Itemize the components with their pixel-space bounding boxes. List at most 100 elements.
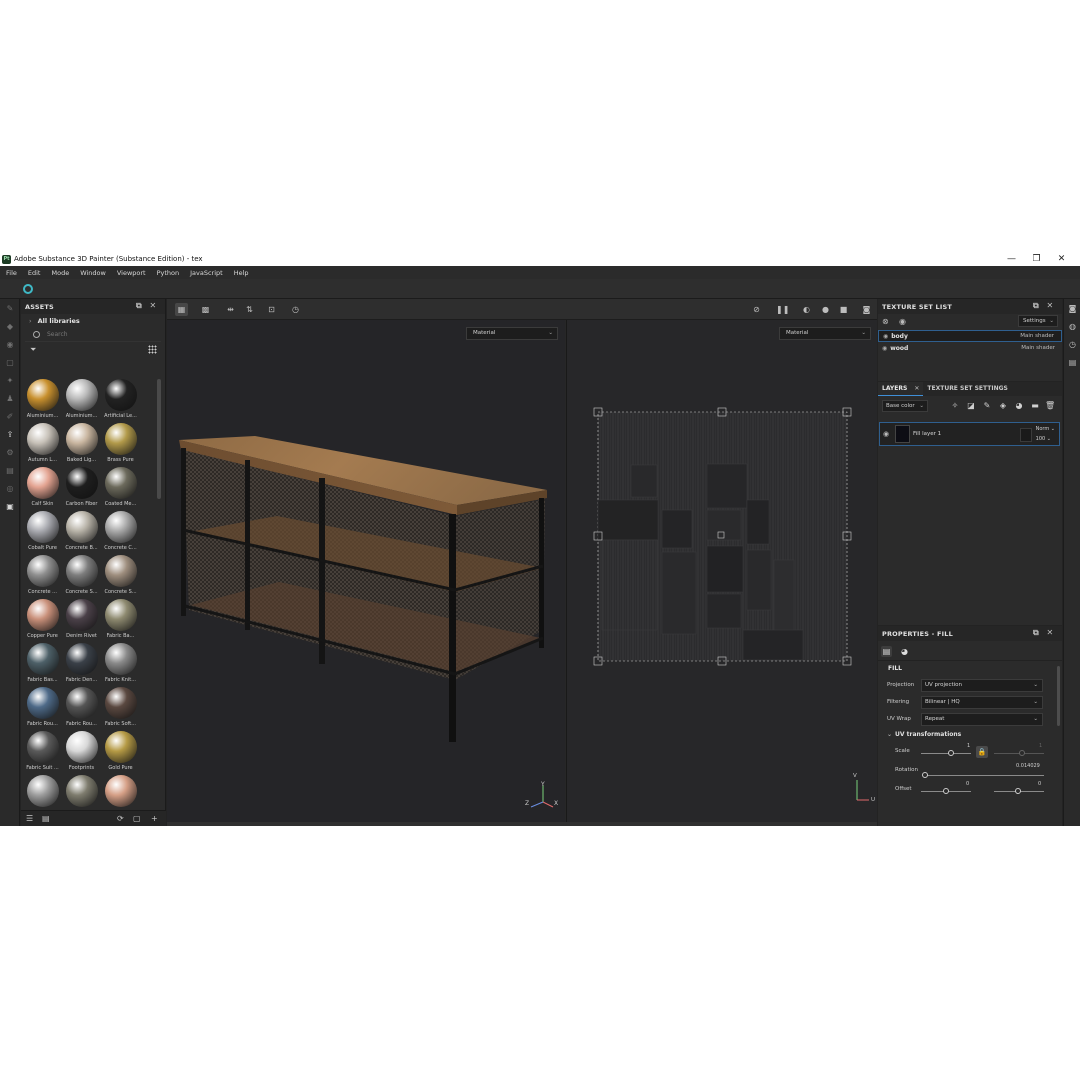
assets-tool-icon[interactable]: ⇪ [5, 430, 15, 440]
camera-icon[interactable]: ■ [837, 303, 850, 316]
close-icon[interactable]: ✕ [146, 301, 160, 311]
eraser-icon[interactable]: ◆ [5, 322, 15, 332]
offset-x-slider-handle[interactable] [943, 788, 949, 794]
smudge-icon[interactable]: ✦ [5, 376, 15, 386]
menu-window[interactable]: Window [80, 269, 106, 277]
search-input[interactable]: Search [25, 328, 161, 342]
texture-set-row-body[interactable]: ◉ body Main shader [878, 330, 1062, 342]
close-window-button[interactable]: ✕ [1049, 254, 1074, 264]
asset-item[interactable]: Brass Pure [101, 423, 140, 467]
maximize-button[interactable]: ❐ [1024, 254, 1049, 264]
filtering-dropdown[interactable]: Bilinear | HQ ⌄ [921, 696, 1043, 709]
layer-row-fill-layer-1[interactable]: ◉ Fill layer 1 Norm ⌄ 100 ⌄ [879, 422, 1060, 446]
uv-transformations-toggle[interactable]: ⌄ UV transformations [878, 728, 1062, 742]
asset-item[interactable]: Concrete C... [101, 511, 140, 555]
scale-slider-track[interactable] [921, 753, 971, 754]
add-folder-icon[interactable]: ▬ [1030, 401, 1040, 411]
asset-item[interactable]: Aluminium... [23, 379, 62, 423]
link-icon[interactable]: ⊗ [882, 317, 889, 326]
shader-name[interactable]: Main shader [1021, 345, 1055, 351]
scale-slider-handle[interactable] [948, 750, 954, 756]
clone-icon[interactable]: ♟ [5, 394, 15, 404]
asset-item[interactable]: Fabric Suit ... [23, 731, 62, 775]
asset-item[interactable]: Carbon Fiber [62, 467, 101, 511]
fill-properties-icon[interactable]: ▤ [881, 646, 892, 657]
visibility-icon[interactable]: ◉ [899, 317, 906, 326]
geometry-mask-icon[interactable]: ▢ [5, 358, 15, 368]
asset-item[interactable]: Concrete S... [101, 555, 140, 599]
asset-item[interactable]: Concrete B... [62, 511, 101, 555]
lock-icon[interactable]: 🔒 [976, 746, 988, 758]
menu-python[interactable]: Python [157, 269, 180, 277]
asset-item[interactable]: Denim Rivet [62, 599, 101, 643]
eye-icon[interactable]: ◉ [883, 430, 889, 438]
display-settings-icon[interactable]: ◐ [800, 303, 813, 316]
material-view-icon[interactable]: ● [819, 303, 832, 316]
library-selector[interactable]: › All libraries [21, 314, 165, 328]
close-icon[interactable]: ✕ [1043, 628, 1057, 638]
menu-file[interactable]: File [6, 269, 17, 277]
scale-slider-handle-2[interactable] [1019, 750, 1025, 756]
close-icon[interactable]: ✕ [1043, 301, 1057, 311]
sync-icon[interactable] [23, 284, 33, 294]
eye-icon[interactable]: ◉ [883, 333, 888, 340]
layout-single-icon[interactable]: ▦ [175, 303, 188, 316]
paint-brush-icon[interactable]: ✎ [5, 304, 15, 314]
asset-item[interactable]: Fabric Rou... [62, 687, 101, 731]
hide-icon[interactable]: ⊘ [750, 303, 763, 316]
tab-layers[interactable]: LAYERS ✕ [878, 382, 924, 396]
add-mask-icon[interactable]: ◪ [966, 401, 976, 411]
asset-item[interactable]: Concrete S... [62, 555, 101, 599]
offset-y-value[interactable]: 0 [1038, 781, 1041, 787]
asset-item[interactable]: Fabric Rou... [23, 687, 62, 731]
minimize-button[interactable]: — [999, 254, 1024, 264]
refresh-icon[interactable]: ⟳ [117, 814, 124, 823]
asset-item[interactable]: Aluminium... [62, 379, 101, 423]
rotation-slider-track[interactable] [926, 775, 1044, 776]
texture-set-row-wood[interactable]: ◉ wood Main shader [878, 342, 1062, 354]
add-smart-material-icon[interactable]: ◕ [1014, 401, 1024, 411]
rotation-slider-handle[interactable] [922, 772, 928, 778]
folder-filter-icon[interactable]: ▤ [42, 814, 50, 823]
asset-item[interactable]: Gold Pure [101, 731, 140, 775]
rotation-value[interactable]: 0.014029 [1016, 763, 1040, 769]
asset-item[interactable]: Fabric Ba... [101, 599, 140, 643]
asset-item[interactable] [23, 775, 62, 807]
asset-item[interactable]: Artificial Le... [101, 379, 140, 423]
bake-icon[interactable]: ▤ [5, 466, 15, 476]
projection-icon[interactable]: ◉ [5, 340, 15, 350]
asset-item[interactable]: Footprints [62, 731, 101, 775]
menu-viewport[interactable]: Viewport [117, 269, 146, 277]
menu-javascript[interactable]: JavaScript [190, 269, 223, 277]
offset-x-value[interactable]: 0 [966, 781, 969, 787]
menu-mode[interactable]: Mode [51, 269, 69, 277]
add-icon[interactable]: + [151, 814, 158, 823]
delete-layer-icon[interactable]: 🗑 [1045, 401, 1055, 411]
uvwrap-dropdown[interactable]: Repeat ⌄ [921, 713, 1043, 726]
menu-help[interactable]: Help [234, 269, 249, 277]
log-icon[interactable]: ▤ [1068, 358, 1077, 367]
symmetry-icon[interactable]: ⇹ [224, 303, 237, 316]
environment-icon[interactable]: ◍ [1068, 322, 1077, 331]
add-effect-icon[interactable]: ✧ [950, 401, 960, 411]
layout-grid-icon[interactable]: ▩ [199, 303, 212, 316]
filter-list-icon[interactable]: ☰ [26, 814, 33, 823]
shader-name[interactable]: Main shader [1020, 333, 1054, 339]
close-icon[interactable]: ✕ [914, 385, 919, 392]
blend-mode-dropdown[interactable]: Norm ⌄ [1036, 426, 1055, 432]
settings-dropdown[interactable]: Settings ⌄ [1018, 315, 1058, 327]
settings-tool-icon[interactable]: ⚙ [5, 448, 15, 458]
asset-item[interactable]: Calf Skin [23, 467, 62, 511]
camera-settings-icon[interactable]: ◙ [1068, 304, 1077, 313]
asset-item[interactable] [101, 775, 140, 807]
frame-icon[interactable]: ⊡ [265, 303, 278, 316]
history-panel-icon[interactable]: ◷ [1068, 340, 1077, 349]
viewport-3d[interactable]: Material ⌄ Y Z X [167, 320, 565, 822]
asset-item[interactable] [62, 775, 101, 807]
history-icon[interactable]: ◷ [289, 303, 302, 316]
menu-edit[interactable]: Edit [28, 269, 41, 277]
add-fill-layer-icon[interactable]: ◈ [998, 401, 1008, 411]
export-icon[interactable]: ▣ [5, 502, 15, 512]
pause-icon[interactable]: ❚❚ [776, 303, 789, 316]
asset-item[interactable]: Concrete ... [23, 555, 62, 599]
